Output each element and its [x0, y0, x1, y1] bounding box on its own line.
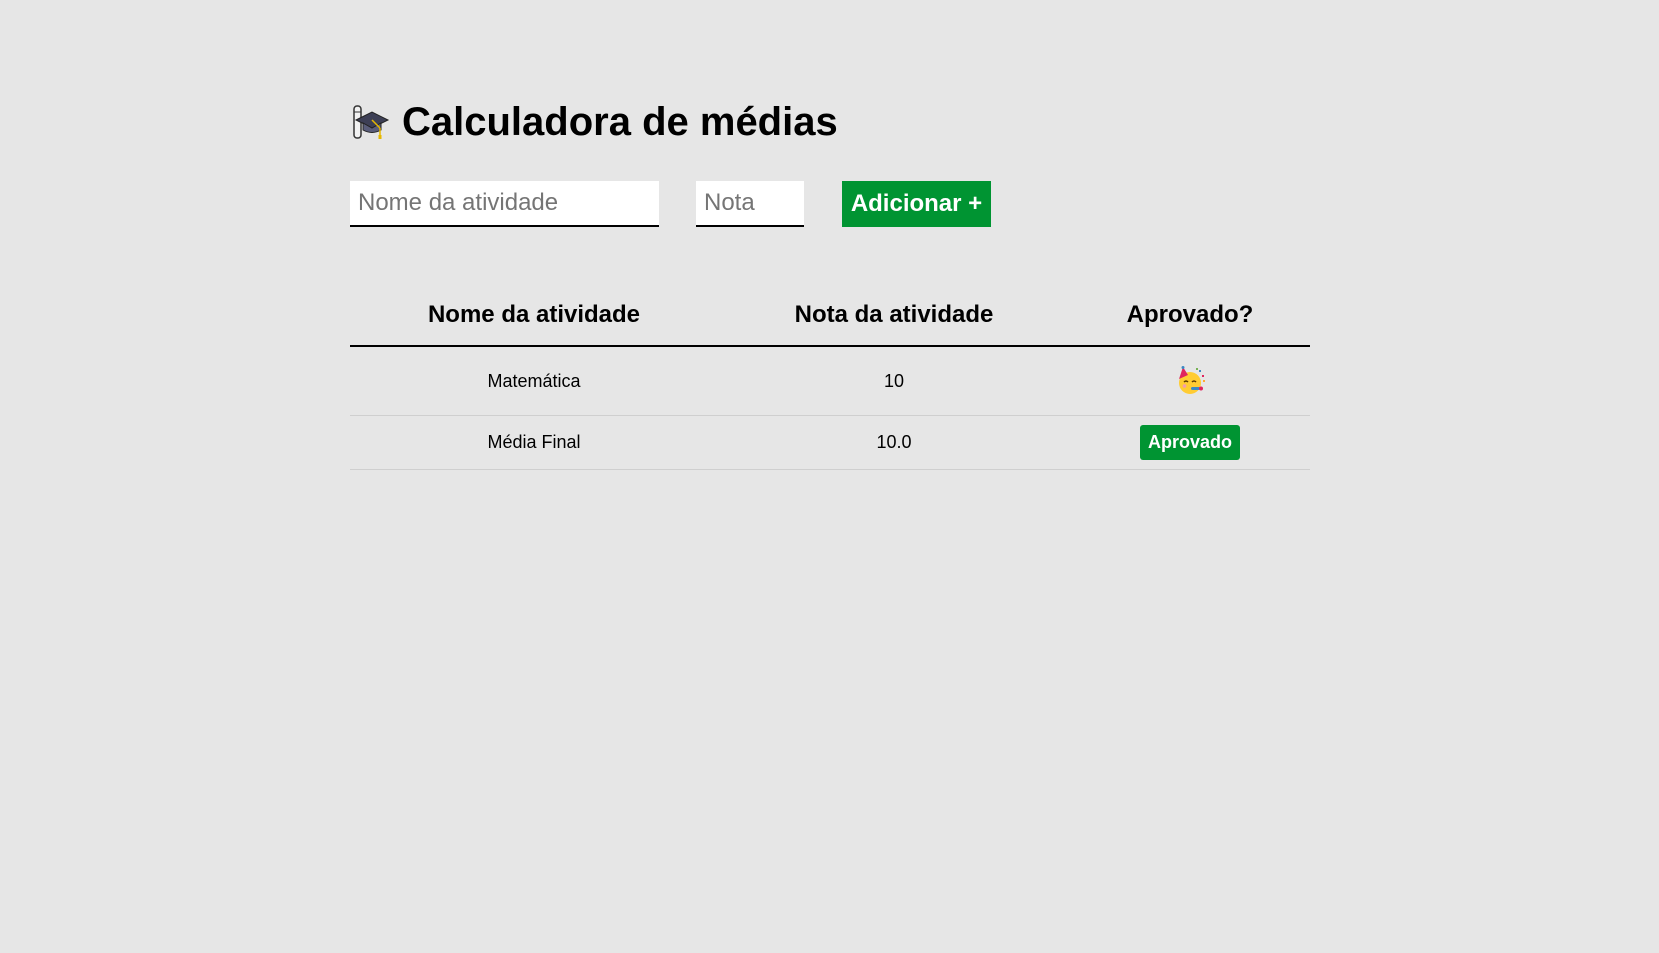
- grades-table: Nome da atividade Nota da atividade Apro…: [350, 285, 1310, 470]
- final-average-label: Média Final: [350, 415, 718, 470]
- add-activity-button[interactable]: Adicionar +: [842, 181, 991, 227]
- activity-name-input[interactable]: [350, 181, 659, 227]
- page-title: Calculadora de médias: [402, 100, 838, 144]
- final-average-value: 10.0: [718, 415, 1070, 470]
- header: Calculadora de médias: [350, 96, 1310, 148]
- header-approved: Aprovado?: [1070, 285, 1310, 347]
- final-status-cell: Aprovado: [1070, 415, 1310, 470]
- grade-input[interactable]: [696, 181, 804, 227]
- main-container: Calculadora de médias Adicionar + Nome d…: [350, 96, 1310, 470]
- graduation-cap-icon: [350, 102, 390, 142]
- final-average-row: Média Final 10.0 Aprovado: [350, 415, 1310, 470]
- activity-grade-cell: 10: [718, 346, 1070, 416]
- status-badge: Aprovado: [1139, 425, 1240, 460]
- header-activity-name: Nome da atividade: [350, 285, 718, 347]
- activity-name-cell: Matemática: [350, 346, 718, 416]
- partying-face-icon: [1174, 365, 1206, 397]
- activity-form: Adicionar +: [350, 181, 1310, 227]
- activity-status-cell: [1070, 346, 1310, 416]
- header-activity-grade: Nota da atividade: [718, 285, 1070, 347]
- table-header-row: Nome da atividade Nota da atividade Apro…: [350, 285, 1310, 347]
- table-row: Matemática 10: [350, 346, 1310, 416]
